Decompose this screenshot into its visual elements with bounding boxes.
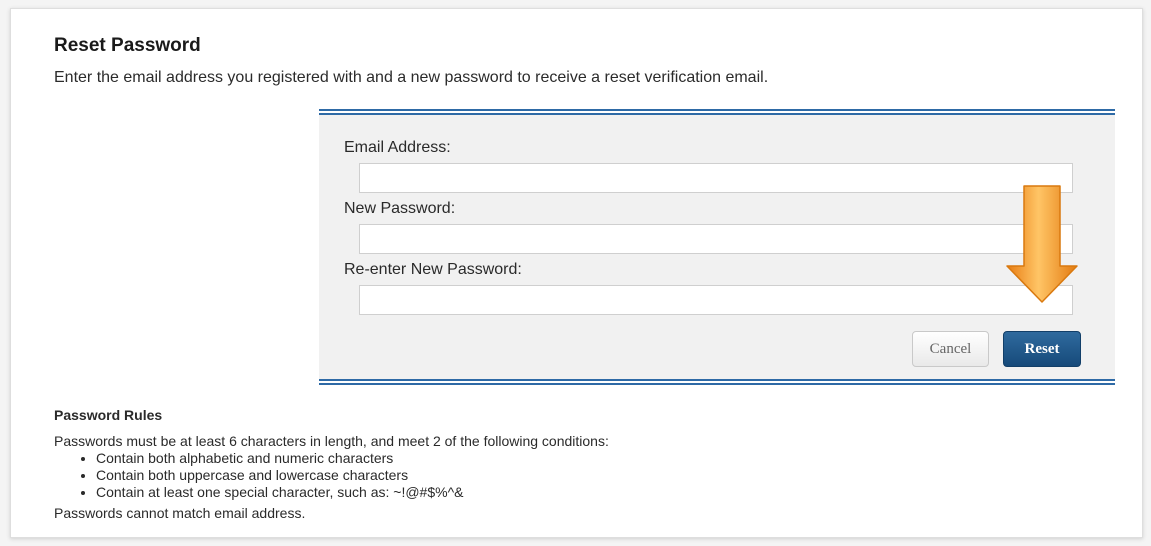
form-top-divider xyxy=(319,109,1115,115)
password-rule-item: Contain both alphabetic and numeric char… xyxy=(96,450,609,467)
page-title: Reset Password xyxy=(54,35,201,56)
password-rule-item: Contain at least one special character, … xyxy=(96,484,609,501)
password-rules: Password Rules Passwords must be at leas… xyxy=(54,407,609,522)
email-label: Email Address: xyxy=(344,139,451,156)
password-rules-title: Password Rules xyxy=(54,407,163,423)
password-rules-list: Contain both alphabetic and numeric char… xyxy=(54,450,609,501)
page-subtitle: Enter the email address you registered w… xyxy=(54,69,769,86)
email-field[interactable] xyxy=(359,163,1073,193)
new-password-field[interactable] xyxy=(359,224,1073,254)
reset-form: Email Address: New Password: Re-enter Ne… xyxy=(319,109,1115,385)
reset-password-card: Reset Password Enter the email address y… xyxy=(10,8,1143,538)
password-rules-intro: Passwords must be at least 6 characters … xyxy=(54,433,609,449)
down-arrow-icon xyxy=(1006,185,1078,303)
reenter-password-label: Re-enter New Password: xyxy=(344,261,522,278)
reset-button[interactable]: Reset xyxy=(1003,331,1081,367)
reenter-password-field[interactable] xyxy=(359,285,1073,315)
password-rules-footer: Passwords cannot match email address. xyxy=(54,505,306,521)
cancel-button[interactable]: Cancel xyxy=(912,331,989,367)
password-rule-item: Contain both uppercase and lowercase cha… xyxy=(96,467,609,484)
new-password-label: New Password: xyxy=(344,200,456,217)
form-bottom-divider xyxy=(319,379,1115,385)
